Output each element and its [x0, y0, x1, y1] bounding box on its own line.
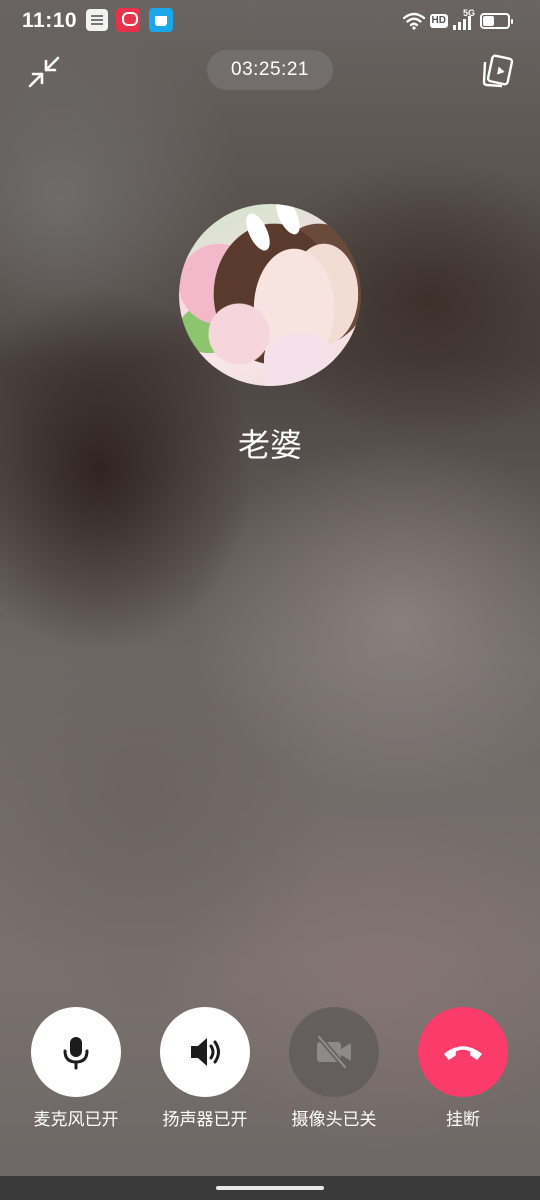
minimize-button[interactable]: [26, 54, 62, 90]
microphone-button[interactable]: [31, 1007, 121, 1097]
navigation-bar: [0, 1176, 540, 1200]
switch-to-voice-button[interactable]: [478, 52, 516, 90]
minimize-icon: [28, 56, 60, 88]
wifi-icon: [402, 12, 425, 30]
contact-avatar: [179, 204, 361, 386]
shopping-app-icon: [149, 8, 173, 32]
contact-name: 老婆: [237, 427, 302, 463]
speaker-toggle[interactable]: 扬声器已开: [150, 1007, 260, 1130]
speaker-label: 扬声器已开: [162, 1110, 248, 1129]
hangup-label: 挂断: [446, 1110, 480, 1129]
microphone-label: 麦克风已开: [33, 1110, 119, 1129]
status-bar: 11:10 HD 5G: [0, 0, 540, 42]
camera-toggle[interactable]: 摄像头已关: [279, 1007, 389, 1130]
status-time: 11:10: [22, 9, 78, 32]
battery-icon: [480, 13, 513, 29]
hd-voice-badge: HD: [429, 14, 448, 28]
speaker-icon: [191, 1038, 220, 1066]
camera-label: 摄像头已关: [291, 1110, 377, 1129]
battery-level: [483, 16, 494, 26]
hangup-button[interactable]: [418, 1007, 508, 1097]
home-indicator[interactable]: [216, 1186, 324, 1190]
hangup-control[interactable]: 挂断: [408, 1007, 518, 1130]
hangup-icon: [444, 1046, 482, 1060]
speaker-button[interactable]: [160, 1007, 250, 1097]
microphone-icon: [63, 1037, 89, 1070]
camera-button[interactable]: [289, 1007, 379, 1097]
notes-icon: [86, 9, 108, 31]
status-indicators: HD 5G: [402, 8, 513, 32]
camera-off-icon: [316, 1034, 351, 1070]
cellular-signal-icon: 5G: [453, 8, 475, 30]
call-duration: 03:25:21: [207, 50, 333, 90]
call-controls: 麦克风已开 扬声器已开 摄像头已关 挂断: [0, 1007, 540, 1137]
switch-to-voice-icon: [482, 54, 514, 88]
microphone-toggle[interactable]: 麦克风已开: [21, 1007, 131, 1130]
video-app-icon: [116, 8, 140, 32]
